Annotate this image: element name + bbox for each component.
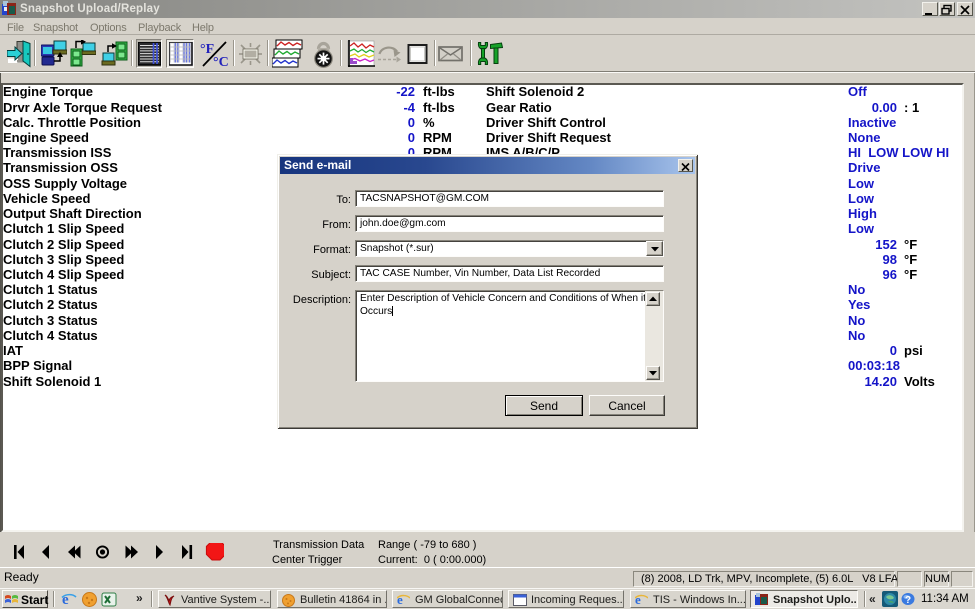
svg-text:°C: °C <box>213 55 229 68</box>
svg-text:?: ? <box>905 595 911 606</box>
